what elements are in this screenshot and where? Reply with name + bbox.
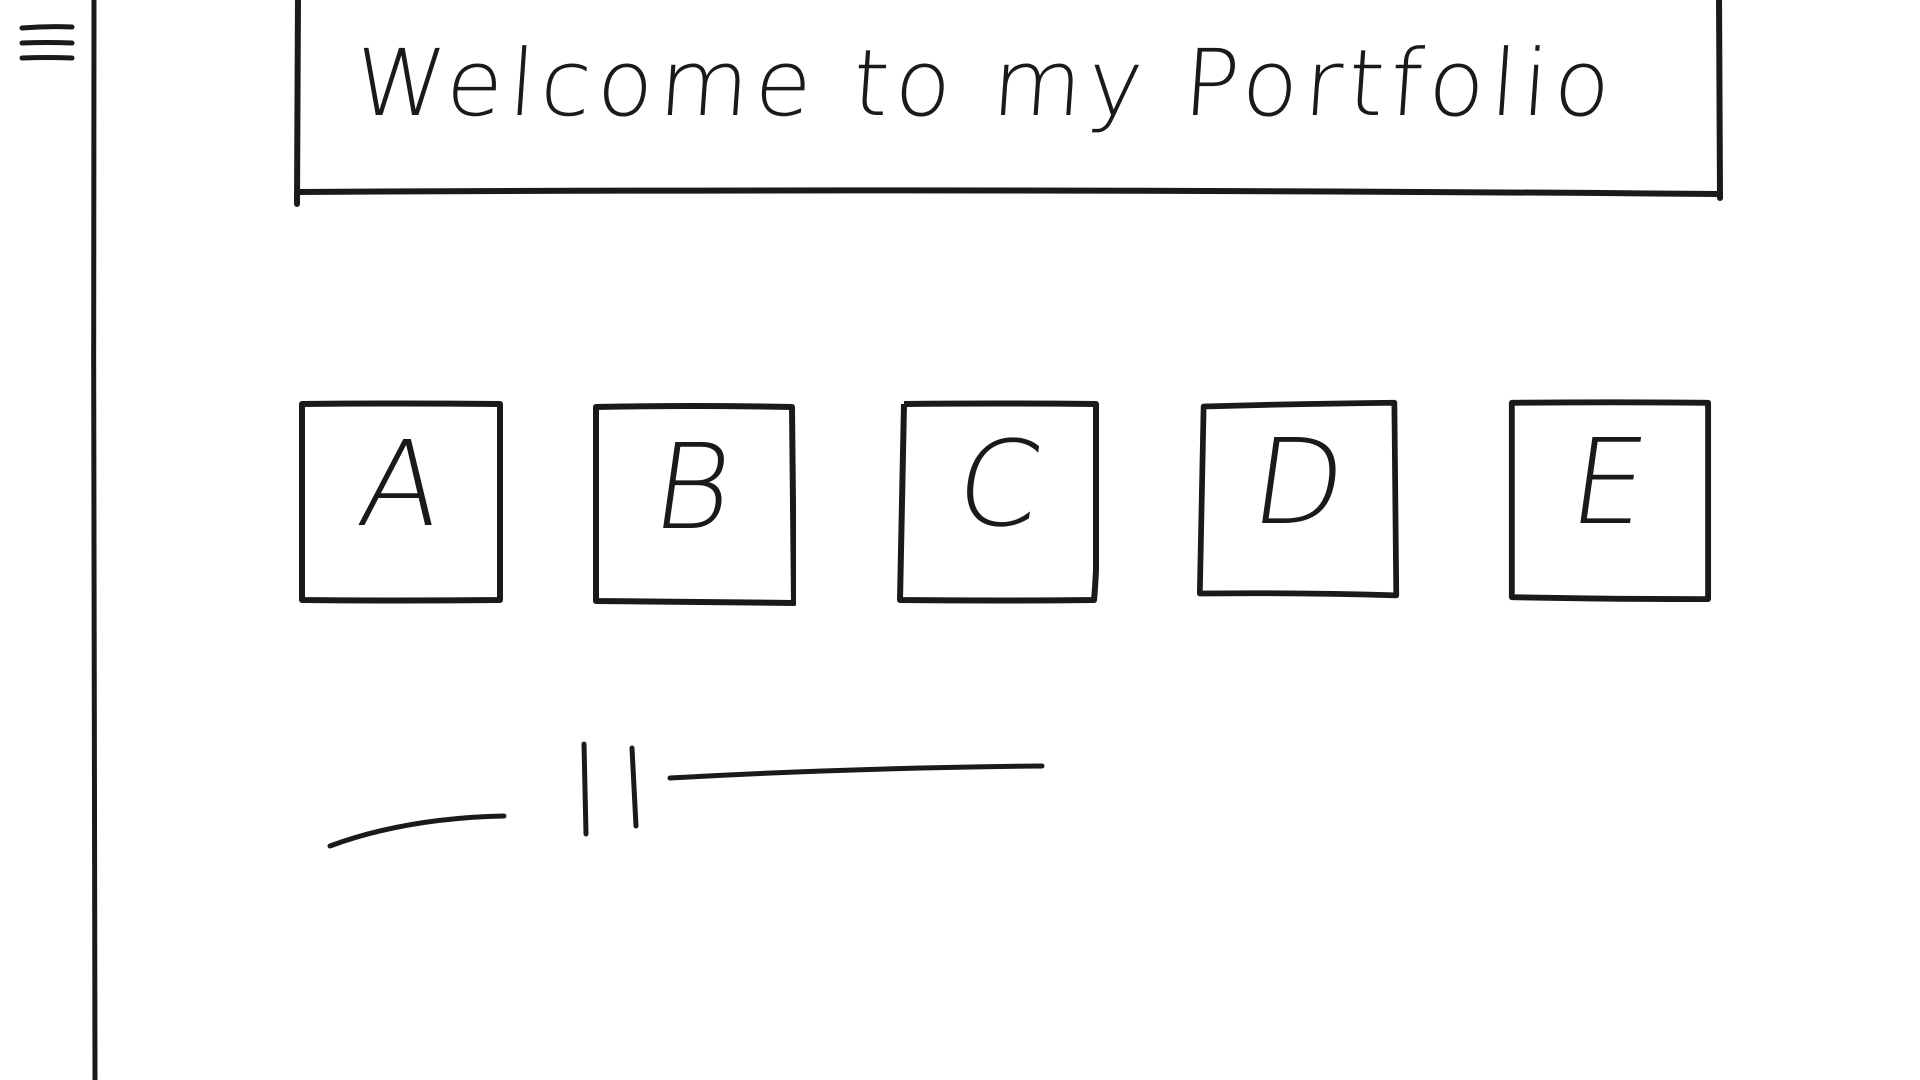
tile-b[interactable]: B: [590, 403, 796, 607]
slider-track: [327, 741, 1045, 849]
hamburger-menu-icon: [19, 24, 75, 61]
sidebar-divider: [91, 0, 98, 1080]
portfolio-wireframe-page: Welcome to my Portfolio A B C D E: [0, 0, 1920, 1080]
tile-c[interactable]: C: [896, 400, 1102, 604]
tile-label: C: [948, 415, 1050, 553]
tile-a[interactable]: A: [298, 400, 504, 604]
tile-label: B: [644, 418, 742, 556]
menu-button[interactable]: [14, 12, 80, 74]
progress-slider[interactable]: [326, 730, 1046, 850]
tile-label: A: [350, 415, 452, 553]
page-title: Welcome to my Portfolio: [351, 29, 1621, 137]
tile-label: E: [1562, 413, 1656, 551]
tile-d[interactable]: D: [1196, 398, 1402, 602]
tile-e[interactable]: E: [1506, 398, 1712, 602]
tile-label: D: [1243, 413, 1355, 551]
